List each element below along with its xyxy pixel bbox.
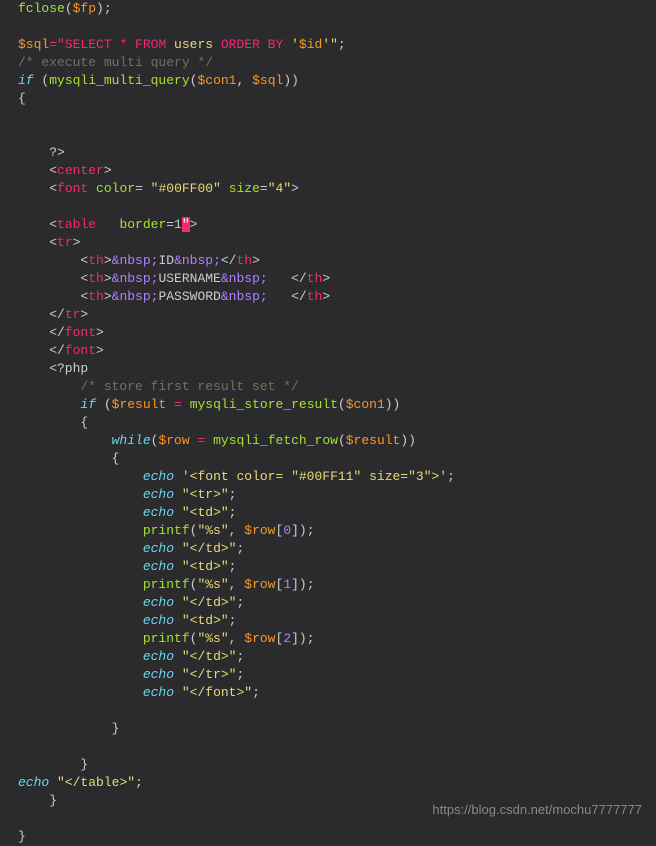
code-line [18,126,656,144]
code-line: echo "</tr>"; [18,666,656,684]
code-line: </font> [18,324,656,342]
code-line: printf("%s", $row[1]); [18,576,656,594]
code-editor[interactable]: fclose($fp); $sql="SELECT * FROM users O… [18,0,656,846]
code-line: /* execute multi query */ [18,54,656,72]
code-line [18,108,656,126]
code-line: } [18,720,656,738]
code-line [18,18,656,36]
code-line: <th>&nbsp;PASSWORD&nbsp; </th> [18,288,656,306]
watermark-text: https://blog.csdn.net/mochu7777777 [432,801,642,819]
code-line: <th>&nbsp;ID&nbsp;</th> [18,252,656,270]
code-line: { [18,90,656,108]
code-line [18,702,656,720]
code-line: echo "</td>"; [18,594,656,612]
code-line: echo "</table>"; [18,774,656,792]
code-line: { [18,450,656,468]
code-line: <center> [18,162,656,180]
code-line: $sql="SELECT * FROM users ORDER BY '$id'… [18,36,656,54]
code-line: while($row = mysqli_fetch_row($result)) [18,432,656,450]
code-line [18,198,656,216]
code-line: if (mysqli_multi_query($con1, $sql)) [18,72,656,90]
code-line: echo "</td>"; [18,540,656,558]
code-line: { [18,414,656,432]
code-line: printf("%s", $row[2]); [18,630,656,648]
code-line: </tr> [18,306,656,324]
code-line: echo "<td>"; [18,612,656,630]
code-line: echo "<td>"; [18,558,656,576]
code-line: printf("%s", $row[0]); [18,522,656,540]
code-line: <font color= "#00FF00" size="4"> [18,180,656,198]
code-line: ?> [18,144,656,162]
code-line: echo "</td>"; [18,648,656,666]
code-line: <th>&nbsp;USERNAME&nbsp; </th> [18,270,656,288]
code-line: <?php [18,360,656,378]
code-line: fclose($fp); [18,0,656,18]
code-line: <tr> [18,234,656,252]
code-line: echo "<td>"; [18,504,656,522]
code-line: } [18,756,656,774]
code-line: echo "<tr>"; [18,486,656,504]
code-line: </font> [18,342,656,360]
code-line: echo "</font>"; [18,684,656,702]
code-line: /* store first result set */ [18,378,656,396]
code-line: } [18,828,656,846]
code-line: echo '<font color= "#00FF11" size="3">'; [18,468,656,486]
code-line: <table border=1"> [18,216,656,234]
code-line [18,738,656,756]
code-line: if ($result = mysqli_store_result($con1)… [18,396,656,414]
